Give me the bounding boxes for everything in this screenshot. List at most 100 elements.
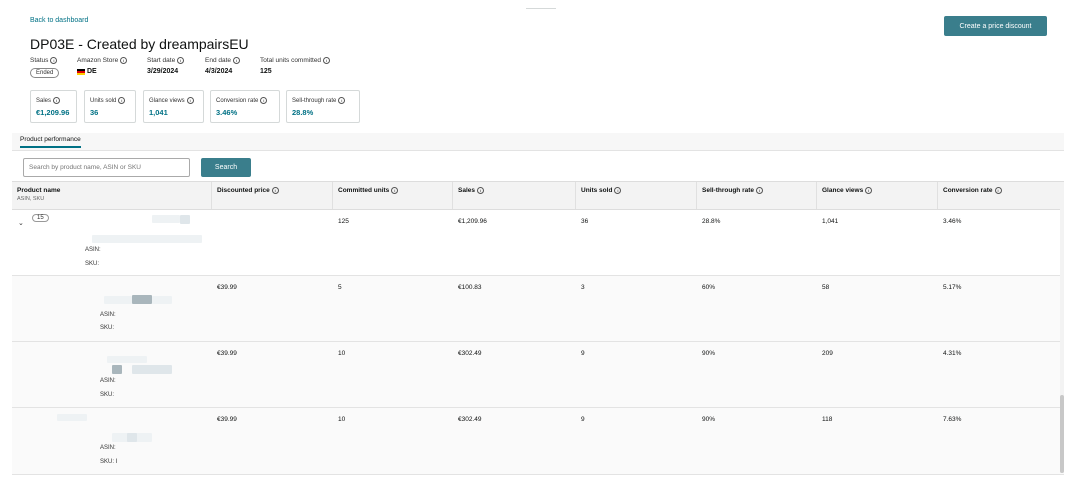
- redacted-product-name: [104, 296, 132, 304]
- metric-label: Units sold: [90, 97, 117, 104]
- cell-committed-units: 10: [338, 350, 346, 357]
- table-row[interactable]: ASIN: SKU: I €39.99 10 €302.49 9 90% 118…: [12, 408, 1064, 475]
- cell-conversion-rate: 3.46%: [943, 218, 962, 225]
- cell-units-sold: 3: [581, 284, 585, 291]
- asin-label: ASIN:: [100, 445, 116, 451]
- metric-value: 28.8%: [292, 108, 314, 117]
- start-date-field: Start date i 3/29/2024: [147, 57, 185, 75]
- asin-label: ASIN:: [85, 247, 101, 253]
- store-value: DE: [87, 68, 97, 75]
- search-button[interactable]: Search: [201, 158, 251, 177]
- header-label: Sales: [458, 187, 475, 194]
- info-icon[interactable]: i: [994, 187, 1002, 194]
- column-divider: [696, 182, 697, 209]
- top-divider: [526, 8, 556, 9]
- metric-value: €1,209.96: [36, 108, 70, 117]
- cell-glance-views: 209: [822, 350, 833, 357]
- header-units-sold[interactable]: Units sold i: [581, 187, 622, 194]
- info-icon[interactable]: i: [177, 57, 185, 64]
- info-icon[interactable]: i: [53, 97, 61, 104]
- info-icon[interactable]: i: [186, 97, 194, 104]
- column-divider: [332, 182, 333, 209]
- header-label: Product name: [17, 187, 61, 194]
- cell-committed-units: 125: [338, 218, 349, 225]
- info-icon[interactable]: i: [120, 57, 128, 64]
- end-date-field: End date i 4/3/2024: [205, 57, 241, 75]
- tabs-bar: Product performance: [12, 133, 1064, 151]
- status-field: Status i Ended: [30, 57, 60, 78]
- tab-product-performance[interactable]: Product performance: [20, 136, 81, 148]
- table-scrollbar-thumb[interactable]: [1060, 395, 1064, 473]
- table-row-parent[interactable]: ⌄ 15 ASIN: SKU: 125 €1,209.96 36 28.8% 1…: [12, 210, 1064, 276]
- column-divider: [575, 182, 576, 209]
- metric-value: 1,041: [149, 108, 168, 117]
- cell-sell-through-rate: 60%: [702, 284, 716, 291]
- total-units-field: Total units committed i 125: [260, 57, 331, 75]
- info-icon[interactable]: i: [391, 187, 399, 194]
- table-row[interactable]: ASIN: SKU: €39.99 5 €100.83 3 60% 58 5.1…: [12, 276, 1064, 342]
- header-committed-units[interactable]: Committed units i: [338, 187, 399, 194]
- search-input[interactable]: [23, 158, 190, 177]
- info-icon[interactable]: i: [338, 97, 346, 104]
- total-units-label: Total units committed: [260, 57, 322, 64]
- header-label: Units sold: [581, 187, 613, 194]
- redacted-product-name: [132, 365, 172, 374]
- start-date-value: 3/29/2024: [147, 68, 179, 75]
- info-icon[interactable]: i: [614, 187, 622, 194]
- header-product-name[interactable]: Product name: [17, 187, 60, 194]
- column-divider: [211, 182, 212, 209]
- cell-committed-units: 5: [338, 284, 342, 291]
- info-icon[interactable]: i: [477, 187, 484, 194]
- cell-units-sold: 9: [581, 416, 585, 423]
- store-field: Amazon Store i DE: [77, 57, 128, 75]
- header-discounted-price[interactable]: Discounted price i: [217, 187, 279, 194]
- cell-units-sold: 9: [581, 350, 585, 357]
- info-icon[interactable]: i: [50, 57, 58, 64]
- info-icon[interactable]: i: [323, 57, 331, 64]
- cell-sell-through-rate: 28.8%: [702, 218, 721, 225]
- header-label: Sell-through rate: [702, 187, 755, 194]
- asin-label: ASIN:: [100, 312, 116, 318]
- product-performance-table: Product name ASIN, SKU Discounted price i…: [12, 181, 1064, 475]
- header-sell-through-rate[interactable]: Sell-through rate i: [702, 187, 764, 194]
- info-icon[interactable]: i: [233, 57, 241, 64]
- info-icon[interactable]: i: [271, 187, 279, 194]
- chevron-down-icon[interactable]: ⌄: [18, 219, 24, 227]
- table-row[interactable]: ASIN: SKU: €39.99 10 €302.49 9 90% 209 4…: [12, 342, 1064, 408]
- header-glance-views[interactable]: Glance views i: [822, 187, 873, 194]
- info-icon[interactable]: i: [118, 97, 126, 104]
- header-sales[interactable]: Sales i: [458, 187, 484, 194]
- status-badge: Ended: [30, 68, 60, 78]
- back-to-dashboard-link[interactable]: Back to dashboard: [30, 17, 88, 24]
- info-icon[interactable]: i: [865, 187, 873, 194]
- metric-card-glance-views: Glance views i 1,041: [143, 90, 204, 123]
- cell-sell-through-rate: 90%: [702, 350, 716, 357]
- cell-sales: €100.83: [458, 284, 482, 291]
- cell-sales: €1,209.96: [458, 218, 487, 225]
- info-icon[interactable]: i: [756, 187, 764, 194]
- status-label: Status: [30, 57, 49, 64]
- asin-label: ASIN:: [100, 378, 116, 384]
- header-product-sub: ASIN, SKU: [17, 196, 45, 202]
- header-label: Committed units: [338, 187, 390, 194]
- metric-card-conversion-rate: Conversion rate i 3.46%: [210, 90, 280, 123]
- cell-conversion-rate: 7.63%: [943, 416, 962, 423]
- cell-discounted-price: €39.99: [217, 284, 237, 291]
- header-label: Glance views: [822, 187, 864, 194]
- cell-conversion-rate: 4.31%: [943, 350, 962, 357]
- end-date-value: 4/3/2024: [205, 68, 233, 75]
- info-icon[interactable]: i: [260, 97, 268, 104]
- metric-label: Glance views: [149, 97, 185, 104]
- header-conversion-rate[interactable]: Conversion rate i: [943, 187, 1002, 194]
- product-thumbnail: [127, 433, 137, 442]
- cell-sell-through-rate: 90%: [702, 416, 716, 423]
- cell-conversion-rate: 5.17%: [943, 284, 962, 291]
- create-price-discount-button[interactable]: Create a price discount: [944, 16, 1047, 36]
- redacted-product-name: [107, 356, 147, 363]
- column-divider: [937, 182, 938, 209]
- sku-label: SKU:: [85, 261, 100, 267]
- metric-card-units-sold: Units sold i 36: [84, 90, 136, 123]
- cell-units-sold: 36: [581, 218, 589, 225]
- metric-card-sell-through-rate: Sell-through rate i 28.8%: [286, 90, 360, 123]
- product-thumbnail: [132, 295, 152, 304]
